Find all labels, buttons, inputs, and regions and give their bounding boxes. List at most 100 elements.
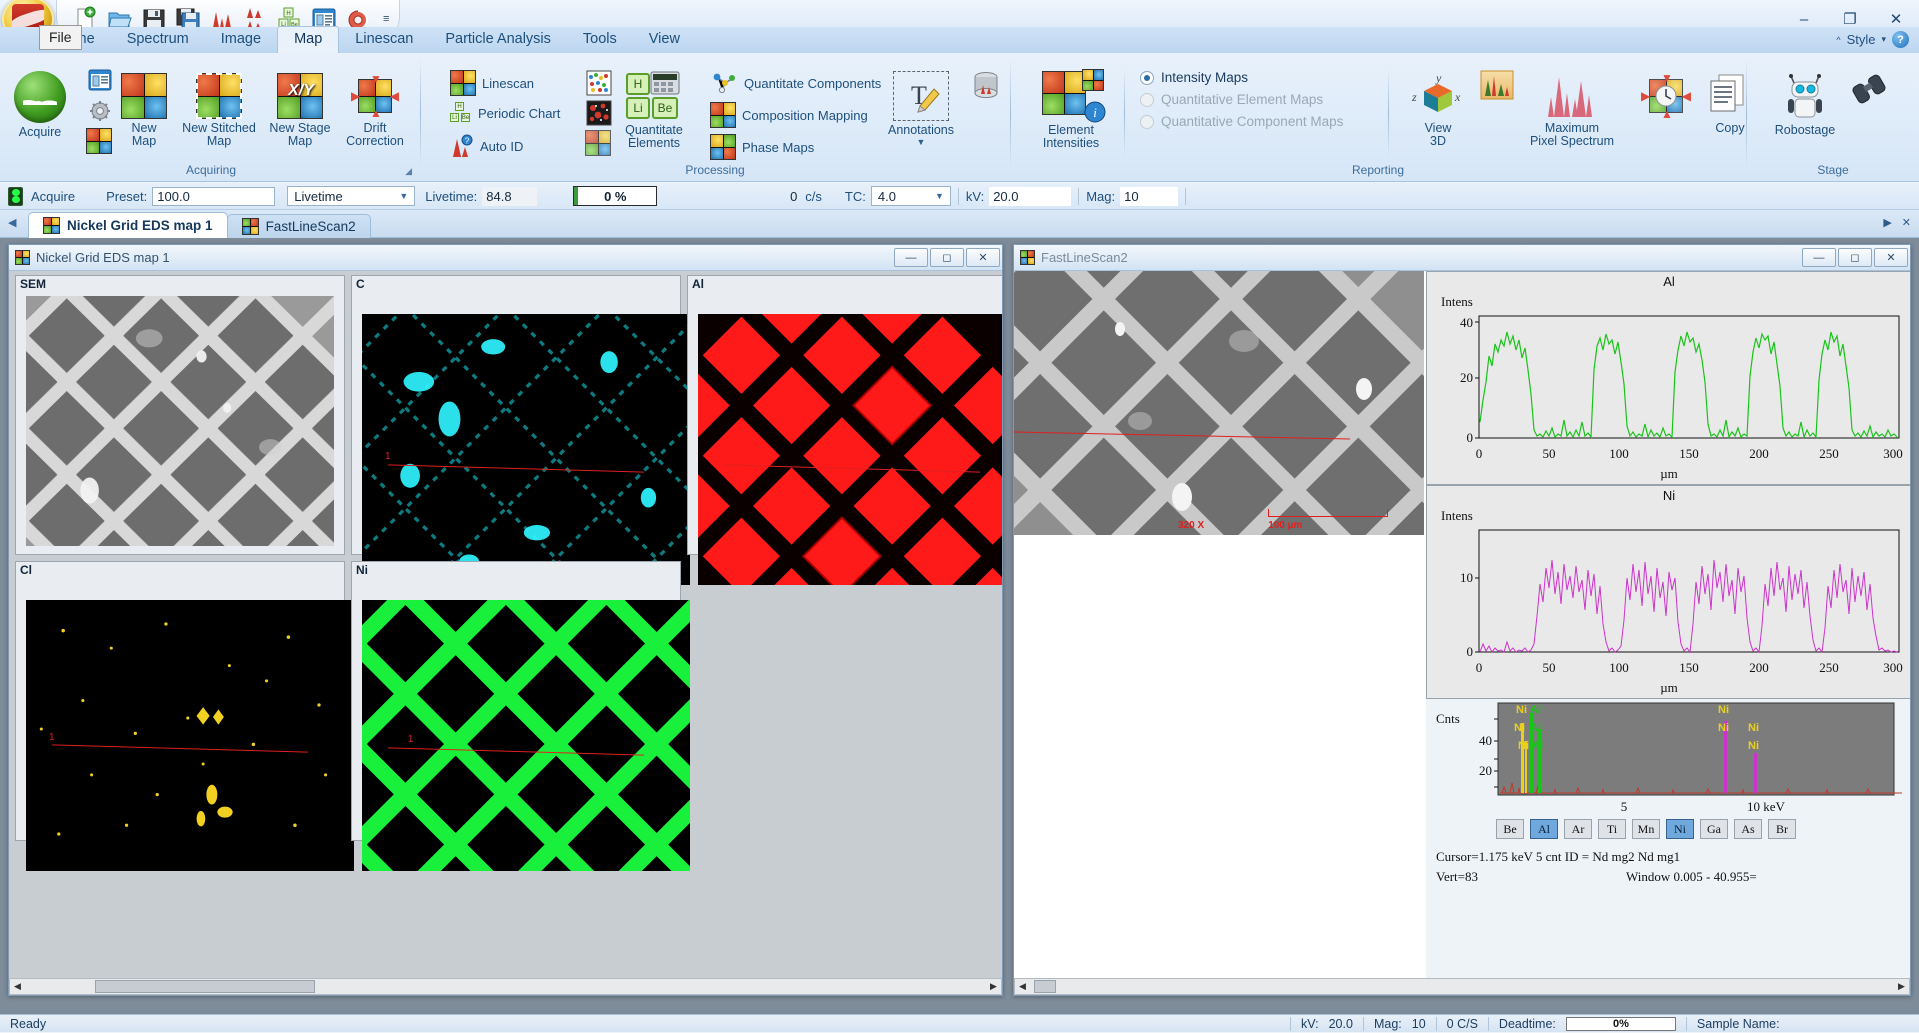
map-refresh-button[interactable]: ▼ ▲ ▶ ◀	[1636, 70, 1696, 122]
tab-spectrum[interactable]: Spectrum	[111, 27, 205, 53]
element-button-be[interactable]: Be	[1496, 819, 1524, 839]
annotations-dropdown-icon[interactable]: ▼	[917, 137, 926, 147]
tab-list-icon[interactable]: ▶	[1883, 216, 1891, 229]
map-tiles-icon	[86, 128, 112, 154]
acquire-icon	[14, 71, 66, 123]
spectrum-database-button[interactable]	[966, 68, 1006, 104]
linescan-label-cl: 1	[48, 731, 55, 743]
new-stage-map-button[interactable]: X/Y New Stage Map	[262, 70, 338, 151]
map-panel-c[interactable]: C 1	[351, 275, 690, 589]
phase-maps-button[interactable]: Phase Maps	[706, 132, 818, 162]
map-panel-sem[interactable]: SEM	[15, 275, 345, 555]
element-button-br[interactable]: Br	[1768, 819, 1796, 839]
linescan-hscroll-thumb[interactable]	[1034, 980, 1056, 993]
svg-text:5: 5	[1621, 799, 1628, 814]
view-3d-button[interactable]: y z x View 3D	[1406, 68, 1470, 151]
chart-al[interactable]: Al Intens 40 20 0 0 50 100 150 200 250 3…	[1426, 271, 1910, 485]
new-map-button[interactable]: New Map	[114, 70, 174, 151]
linescan-window-minimize[interactable]: —	[1802, 248, 1836, 267]
document-tabs: Nickel Grid EDS map 1 FastLineScan2	[28, 210, 371, 238]
map-settings-gear-button[interactable]	[82, 96, 118, 126]
acquire-status-icon[interactable]	[8, 186, 23, 206]
maximum-pixel-spectrum-button[interactable]: Maximum Pixel Spectrum	[1516, 68, 1628, 151]
spectrum-plot[interactable]: 40 20 5 10 keV Ni Al Ni Al Ni Al Ni Ni N…	[1426, 699, 1910, 815]
linescan-window-close[interactable]: ✕	[1874, 248, 1908, 267]
map-panel-cl[interactable]: Cl 1	[15, 561, 354, 872]
tab-tools[interactable]: Tools	[567, 27, 633, 53]
robostage-button[interactable]: Robostage	[1766, 70, 1844, 140]
linescan-hscroll-right-icon[interactable]: ▶	[1894, 979, 1909, 994]
element-button-mn[interactable]: Mn	[1632, 819, 1660, 839]
linescan-hscroll-left-icon[interactable]: ◀	[1015, 979, 1030, 994]
doc-tab-nickel-grid-eds-map-1[interactable]: Nickel Grid EDS map 1	[28, 212, 228, 238]
kv-input[interactable]: 20.0	[989, 186, 1072, 206]
acquiring-dialog-launcher[interactable]: ◢	[405, 166, 412, 177]
tab-close-icon[interactable]: ✕	[1902, 216, 1911, 229]
map-setup-icon-button[interactable]	[82, 66, 118, 96]
map-window-hscrollbar[interactable]: ◀ ▶	[9, 978, 1002, 995]
quantitate-components-button[interactable]: Quantitate Components	[706, 68, 885, 98]
map-overview-button[interactable]	[581, 128, 615, 158]
element-intensities-button[interactable]: i Element Intensities	[1028, 68, 1114, 153]
stage-navigate-button[interactable]	[1846, 70, 1892, 108]
map-window-close[interactable]: ✕	[966, 248, 1000, 267]
element-button-ar[interactable]: Ar	[1564, 819, 1592, 839]
maximum-pixel-spectrum-icon	[1548, 77, 1592, 117]
style-dropdown-icon[interactable]: ▾	[1881, 34, 1886, 45]
linescan-window-titlebar[interactable]: FastLineScan2 — ◻ ✕	[1014, 245, 1910, 271]
map-window-minimize[interactable]: —	[894, 248, 928, 267]
acquisition-mode-dropdown[interactable]: Livetime ▼	[287, 186, 416, 206]
tab-scroll-left-icon[interactable]: ◀	[8, 216, 16, 229]
tab-map[interactable]: Map	[277, 26, 340, 53]
map-panel-ni[interactable]: Ni 1	[351, 561, 690, 875]
linescan-button[interactable]: Linescan	[446, 68, 538, 98]
svg-text:Ni: Ni	[1718, 704, 1729, 716]
tab-linescan[interactable]: Linescan	[339, 27, 429, 53]
copy-button[interactable]: Copy	[1700, 70, 1760, 138]
element-button-ti[interactable]: Ti	[1598, 819, 1626, 839]
acquire-label[interactable]: Acquire	[31, 189, 75, 204]
periodic-chart-button[interactable]: H Li Be Periodic Chart	[446, 100, 564, 126]
element-button-al[interactable]: Al	[1530, 819, 1558, 839]
quantitate-elements-button[interactable]: H Li Be Quantitate Elements	[611, 68, 697, 153]
map-hscroll-thumb[interactable]	[95, 980, 315, 993]
tab-image[interactable]: Image	[205, 27, 277, 53]
group-label-processing: Processing	[685, 163, 745, 177]
svg-text:150: 150	[1679, 660, 1699, 675]
chart-ni-xlabel: µm	[1660, 680, 1678, 695]
quick-access-more-icon[interactable]: ≡	[383, 13, 389, 25]
map-panel-al[interactable]: Al	[687, 275, 1002, 589]
element-button-as[interactable]: As	[1734, 819, 1762, 839]
mag-input[interactable]: 10	[1120, 186, 1179, 206]
help-icon[interactable]: ?	[1892, 31, 1909, 48]
drift-correction-button[interactable]: ▼ ▲ ▶ ◀ Drift Correction	[338, 70, 412, 151]
map-panel-image-cl: 1	[26, 600, 354, 874]
map-window-maximize[interactable]: ◻	[930, 248, 964, 267]
new-stitched-map-button[interactable]: New Stitched Map	[176, 70, 262, 151]
doc-tab-fastlinescan2[interactable]: FastLineScan2	[226, 214, 371, 238]
annotations-button[interactable]: T Annotations ▼	[878, 68, 964, 150]
map-hscroll-left-icon[interactable]: ◀	[10, 979, 25, 994]
acquisition-control-bar: Acquire Preset: 100.0 Livetime ▼ Livetim…	[0, 183, 1919, 210]
preset-input[interactable]: 100.0	[152, 186, 276, 206]
linescan-sem-image[interactable]: 320 X 100 µm	[1014, 271, 1424, 535]
linescan-window-maximize[interactable]: ◻	[1838, 248, 1872, 267]
linescan-window-hscrollbar[interactable]: ◀ ▶	[1014, 978, 1910, 995]
map-window-titlebar[interactable]: Nickel Grid EDS map 1 — ◻ ✕	[9, 245, 1002, 271]
map-palette-button[interactable]	[82, 126, 116, 156]
map-hscroll-right-icon[interactable]: ▶	[986, 979, 1001, 994]
composition-mapping-button[interactable]: Composition Mapping	[706, 100, 872, 130]
element-button-ni[interactable]: Ni	[1666, 819, 1694, 839]
acquire-button[interactable]: Acquire	[8, 68, 72, 142]
chart-ni[interactable]: Ni Intens 10 0 0 50 100 150 200 250 300	[1426, 485, 1910, 699]
tab-view[interactable]: View	[633, 27, 696, 53]
tab-particle-analysis[interactable]: Particle Analysis	[429, 27, 567, 53]
spectrum-image-button[interactable]	[1476, 68, 1518, 102]
auto-id-button[interactable]: ? Auto ID	[446, 132, 527, 160]
collapse-ribbon-icon[interactable]: ^	[1836, 35, 1840, 45]
radio-intensity-maps[interactable]: Intensity Maps	[1140, 70, 1343, 85]
tc-dropdown[interactable]: 4.0 ▼	[870, 186, 951, 206]
mdi-client-area: Nickel Grid EDS map 1 — ◻ ✕ SEM C 1 Al C…	[0, 238, 1919, 1014]
style-label[interactable]: Style	[1847, 32, 1876, 47]
element-button-ga[interactable]: Ga	[1700, 819, 1728, 839]
